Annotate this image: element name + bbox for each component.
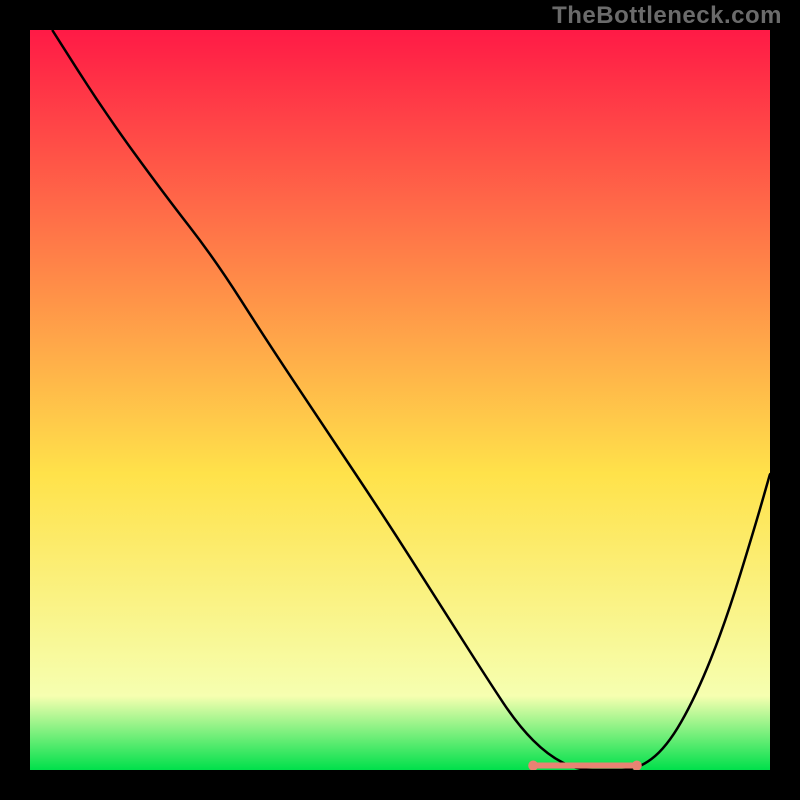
bottleneck-chart (30, 30, 770, 770)
gradient-background (30, 30, 770, 770)
chart-frame: TheBottleneck.com (0, 0, 800, 800)
watermark-text: TheBottleneck.com (552, 2, 782, 30)
optimal-bar (533, 763, 637, 769)
